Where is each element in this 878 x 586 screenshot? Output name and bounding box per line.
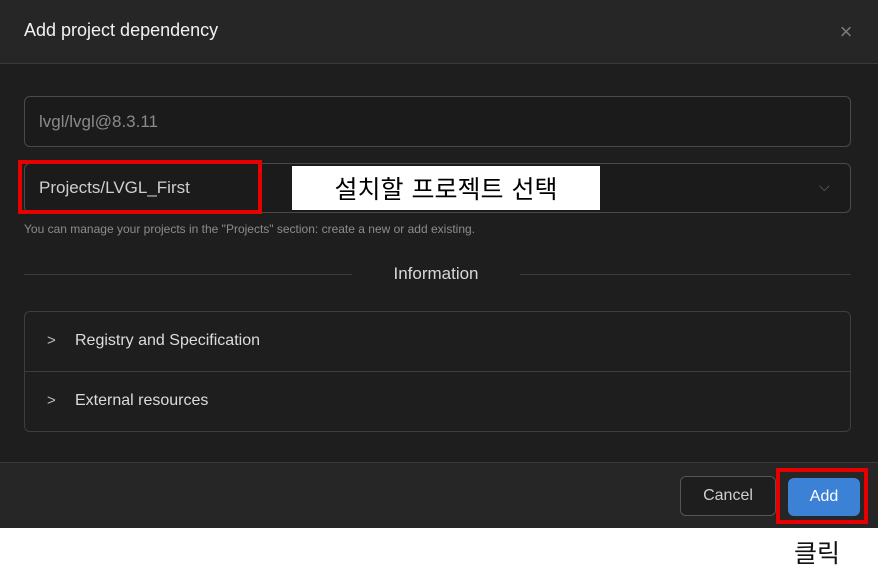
divider-right (520, 274, 851, 275)
add-dependency-dialog: Add project dependency × Projects/LVGL_F… (0, 0, 878, 528)
dialog-title: Add project dependency (24, 20, 219, 40)
dialog-header: Add project dependency × (0, 0, 878, 64)
accordion-item-registry[interactable]: > Registry and Specification (25, 312, 850, 372)
helper-text: You can manage your projects in the "Pro… (24, 222, 475, 236)
add-highlight-box (776, 468, 868, 524)
cancel-button[interactable]: Cancel (680, 476, 776, 516)
divider-left (24, 274, 352, 275)
select-project-annotation: 설치할 프로젝트 선택 (292, 166, 600, 210)
information-title: Information (393, 264, 479, 283)
chevron-right-icon: > (47, 392, 56, 409)
accordion-item-external-resources[interactable]: > External resources (25, 372, 850, 431)
click-annotation: 클릭 (794, 539, 841, 568)
accordion-label: Registry and Specification (75, 332, 260, 349)
package-input[interactable] (24, 96, 851, 147)
close-icon[interactable]: × (832, 18, 860, 46)
chevron-right-icon: > (47, 332, 56, 349)
information-accordion: > Registry and Specification > External … (24, 311, 851, 432)
chevron-down-icon: ⌵ (819, 178, 830, 194)
accordion-label: External resources (75, 392, 209, 409)
select-highlight-box (18, 160, 262, 214)
